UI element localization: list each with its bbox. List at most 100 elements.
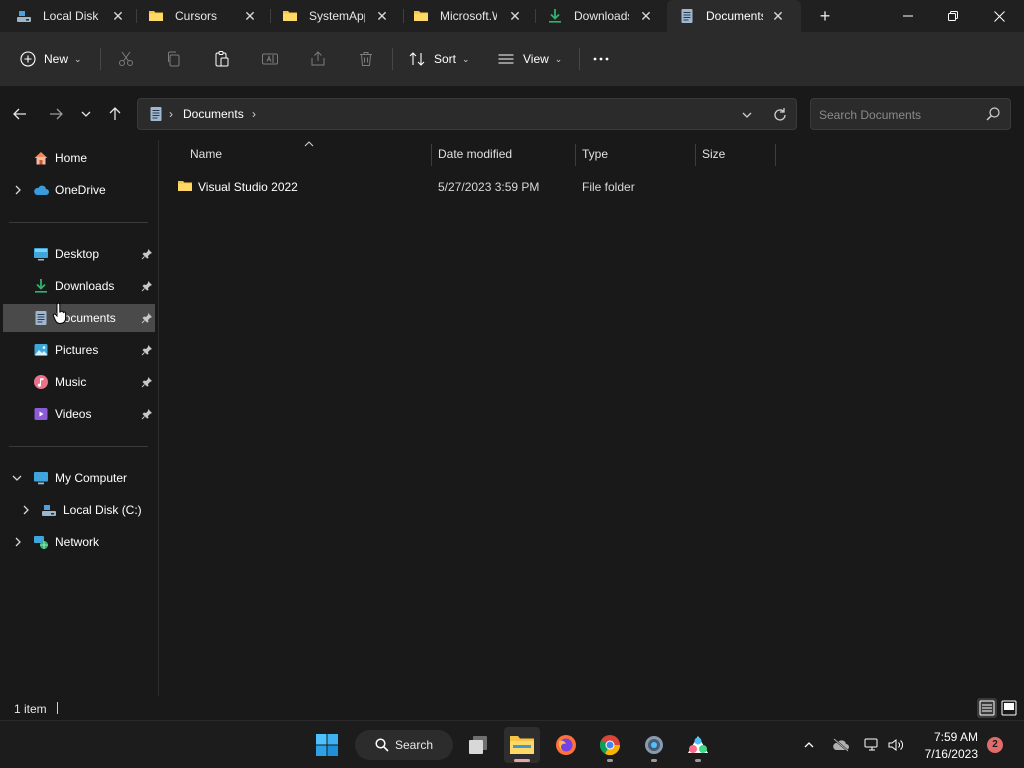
chrome-taskbar-button[interactable] xyxy=(592,727,628,763)
chevron-right-icon[interactable] xyxy=(21,504,31,516)
sort-button[interactable]: Sort ⌄ xyxy=(408,45,470,73)
folder-icon xyxy=(178,181,192,191)
status-divider xyxy=(57,702,58,714)
nav-item-desktop[interactable]: Desktop xyxy=(3,240,155,268)
more-icon xyxy=(593,57,609,61)
clock-date[interactable]: 7/16/2023 xyxy=(912,747,978,761)
column-header-size[interactable]: Size xyxy=(702,147,725,167)
forward-button[interactable] xyxy=(44,102,68,126)
close-icon[interactable]: ✕ xyxy=(372,6,392,26)
minimize-button[interactable] xyxy=(885,0,931,32)
view-button-label: View xyxy=(523,52,549,66)
nav-item-home[interactable]: Home xyxy=(3,144,155,172)
tab-downloads[interactable]: Downloads ✕ xyxy=(535,0,667,32)
delete-button[interactable] xyxy=(357,45,375,73)
tab-label: Cursors xyxy=(175,9,218,23)
show-hidden-icons-button[interactable] xyxy=(799,735,819,755)
chevron-right-icon[interactable]: › xyxy=(169,107,173,121)
pin-icon xyxy=(141,281,152,292)
app-taskbar-button[interactable] xyxy=(680,727,716,763)
tab-cursors[interactable]: Cursors ✕ xyxy=(136,0,269,32)
table-row[interactable]: Visual Studio 2022 5/27/2023 3:59 PM Fil… xyxy=(171,174,771,198)
nav-label: Documents xyxy=(55,311,116,325)
nav-item-music[interactable]: Music xyxy=(3,368,155,396)
clock-time[interactable]: 7:59 AM xyxy=(922,730,978,744)
close-icon[interactable]: ✕ xyxy=(108,6,128,26)
nav-item-network[interactable]: Network xyxy=(3,528,155,556)
tab-label: Documents xyxy=(706,9,763,23)
gear-icon xyxy=(645,736,663,754)
cloud-icon xyxy=(34,185,49,195)
start-button[interactable] xyxy=(309,727,345,763)
share-button[interactable] xyxy=(309,45,327,73)
nav-item-my-computer[interactable]: My Computer xyxy=(3,464,155,492)
notification-badge[interactable]: 2 xyxy=(987,737,1003,753)
chevron-down-icon[interactable] xyxy=(11,472,23,484)
back-button[interactable] xyxy=(8,102,32,126)
refresh-icon[interactable] xyxy=(770,105,790,125)
network-icon xyxy=(34,536,48,549)
close-icon[interactable]: ✕ xyxy=(636,6,656,26)
chevron-right-icon[interactable] xyxy=(13,184,23,196)
chevron-right-icon[interactable] xyxy=(13,536,23,548)
search-icon[interactable] xyxy=(985,106,1001,122)
chevron-right-icon[interactable]: › xyxy=(252,107,256,121)
nav-item-videos[interactable]: Videos xyxy=(3,400,155,428)
column-header-type[interactable]: Type xyxy=(582,147,608,167)
sort-ascending-icon xyxy=(304,141,314,147)
nav-item-documents[interactable]: Documents xyxy=(3,304,155,332)
nav-label: Home xyxy=(55,151,88,165)
column-header-name[interactable]: Name xyxy=(190,147,222,167)
tab-documents[interactable]: Documents ✕ xyxy=(667,0,801,32)
nav-item-downloads[interactable]: Downloads xyxy=(3,272,155,300)
pin-icon xyxy=(141,409,152,420)
close-icon[interactable]: ✕ xyxy=(505,6,525,26)
settings-taskbar-button[interactable] xyxy=(636,727,672,763)
restore-button[interactable] xyxy=(930,0,976,32)
column-divider[interactable] xyxy=(695,144,696,166)
column-header-date[interactable]: Date modified xyxy=(438,147,512,167)
task-view-button[interactable] xyxy=(460,727,496,763)
close-icon[interactable]: ✕ xyxy=(240,6,260,26)
details-view-button[interactable] xyxy=(977,698,997,718)
file-list: Name Date modified Type Size Visual Stud… xyxy=(159,140,1024,696)
file-explorer-taskbar-button[interactable] xyxy=(504,727,540,763)
nav-item-pictures[interactable]: Pictures xyxy=(3,336,155,364)
search-input[interactable] xyxy=(819,106,979,124)
onedrive-tray-icon[interactable] xyxy=(831,735,851,755)
recent-locations-button[interactable] xyxy=(74,102,98,126)
up-button[interactable] xyxy=(103,102,127,126)
rename-icon xyxy=(262,53,278,65)
rename-button[interactable] xyxy=(261,45,279,73)
network-tray-icon[interactable] xyxy=(862,735,882,755)
tab-systemapps[interactable]: SystemApps ✕ xyxy=(270,0,402,32)
tab-label: Microsoft.Windows xyxy=(440,9,497,23)
cut-button[interactable] xyxy=(117,45,135,73)
large-icons-view-button[interactable] xyxy=(999,698,1019,718)
taskbar-search-button[interactable]: Search xyxy=(355,730,453,760)
close-icon[interactable]: ✕ xyxy=(768,6,788,26)
new-button[interactable]: New ⌄ xyxy=(20,45,82,73)
copy-icon xyxy=(168,51,180,67)
address-bar[interactable]: › Documents › xyxy=(137,98,797,130)
volume-tray-icon[interactable] xyxy=(886,735,906,755)
pin-icon xyxy=(141,345,152,356)
nav-item-local-disk[interactable]: Local Disk (C:) xyxy=(3,496,155,524)
paste-button[interactable] xyxy=(213,45,231,73)
column-divider[interactable] xyxy=(775,144,776,166)
see-more-button[interactable] xyxy=(592,45,610,73)
copy-button[interactable] xyxy=(165,45,183,73)
close-window-button[interactable] xyxy=(976,0,1022,32)
nav-label: Desktop xyxy=(55,247,100,261)
nav-item-onedrive[interactable]: OneDrive xyxy=(3,176,155,204)
tab-microsoft-windows[interactable]: Microsoft.Windows ✕ xyxy=(401,0,533,32)
view-button[interactable]: View ⌄ xyxy=(497,45,562,73)
firefox-taskbar-button[interactable] xyxy=(548,727,584,763)
column-divider[interactable] xyxy=(575,144,576,166)
column-divider[interactable] xyxy=(431,144,432,166)
new-tab-button[interactable]: + xyxy=(815,6,835,26)
chevron-down-icon[interactable] xyxy=(738,106,756,124)
search-box[interactable] xyxy=(810,98,1011,130)
tab-local-disk[interactable]: Local Disk ✕ xyxy=(4,0,136,32)
breadcrumb-documents[interactable]: Documents xyxy=(183,107,244,121)
